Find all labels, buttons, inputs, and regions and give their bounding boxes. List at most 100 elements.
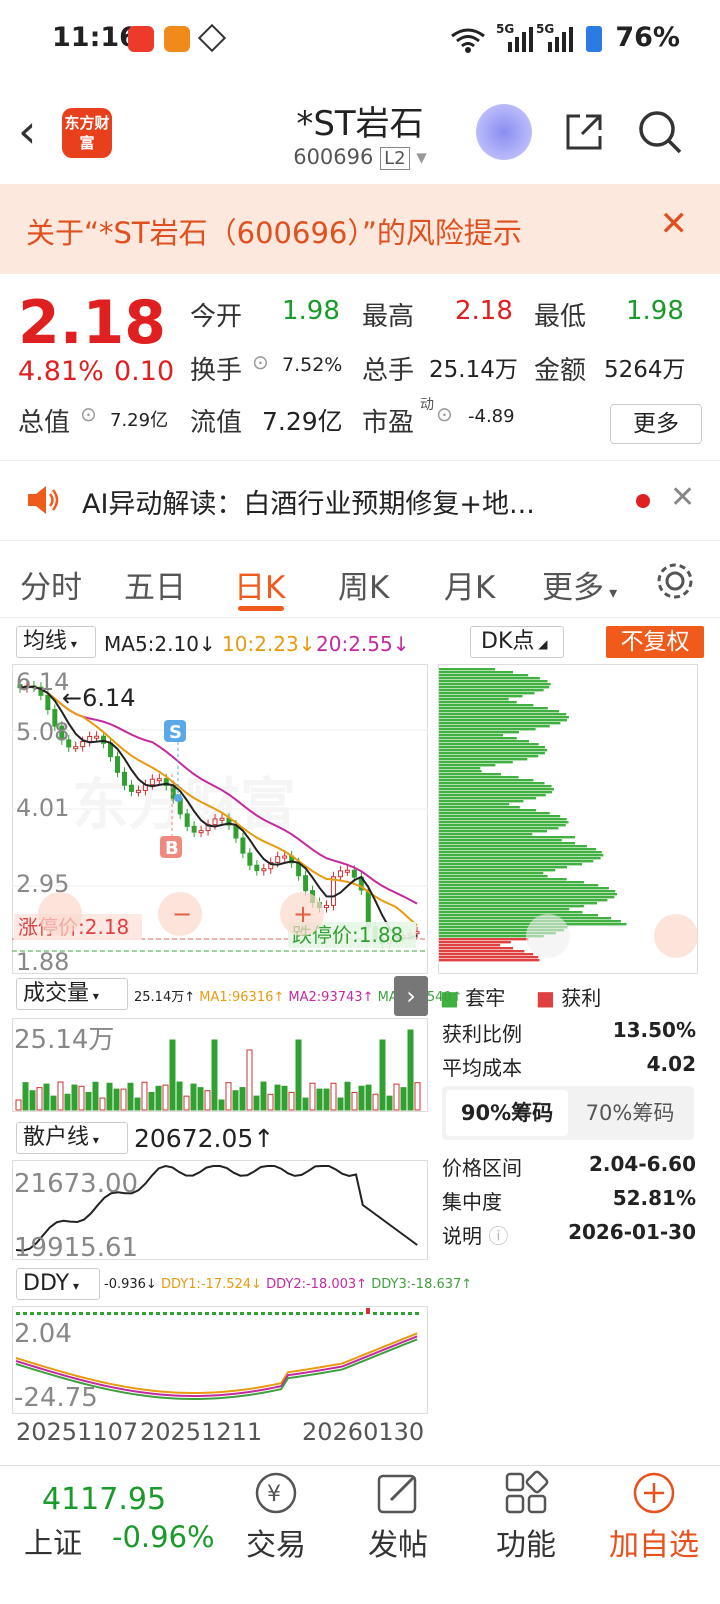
high-value: 2.18 bbox=[455, 296, 513, 326]
candle bbox=[198, 830, 204, 834]
candle bbox=[337, 870, 343, 878]
ai-text: AI异动解读：白酒行业预期修复+地... bbox=[82, 489, 535, 520]
retail-line-chart[interactable]: 21673.00 19915.61 bbox=[12, 1160, 428, 1260]
tab-intraday[interactable]: 分时 bbox=[20, 562, 82, 607]
ma5-value: MA5:2.10↓ bbox=[104, 632, 216, 656]
candle bbox=[365, 889, 371, 928]
add-watchlist-button[interactable]: 加自选 bbox=[604, 1470, 704, 1564]
ddy-bar bbox=[303, 1312, 307, 1315]
volume-bar bbox=[134, 1097, 141, 1111]
index-change[interactable]: -0.96% bbox=[112, 1520, 215, 1554]
ddy-bar bbox=[51, 1312, 55, 1315]
volume-bar bbox=[365, 1084, 372, 1111]
more-button[interactable]: 更多 bbox=[610, 404, 702, 444]
mcap-value: 7.29亿 bbox=[110, 410, 169, 431]
function-button[interactable]: 功能 bbox=[486, 1470, 566, 1564]
status-bar: 11:16 5G 5G 76% bbox=[0, 0, 720, 84]
ddy-bar bbox=[163, 1312, 167, 1315]
tab-more[interactable]: 更多 ▾ bbox=[542, 562, 617, 607]
float-value: 7.29亿 bbox=[262, 407, 343, 436]
stock-code-row[interactable]: 600696 L2 ▾ bbox=[0, 145, 720, 170]
volume-bar bbox=[29, 1090, 36, 1111]
ddy-bar bbox=[387, 1312, 391, 1315]
unread-dot bbox=[636, 494, 650, 508]
tab-chip-90[interactable]: 90%筹码 bbox=[446, 1090, 568, 1136]
ddy-indicator-selector[interactable]: DDY ▾ bbox=[16, 1268, 100, 1300]
ddy-bar bbox=[121, 1312, 125, 1315]
dk-point-button[interactable]: DK点 ◢ bbox=[470, 626, 564, 658]
volume-bar bbox=[232, 1090, 239, 1111]
index-name[interactable]: 上证 bbox=[24, 1520, 82, 1562]
y-label: 4.01 bbox=[16, 794, 69, 822]
tab-weekly-k[interactable]: 周K bbox=[338, 562, 389, 607]
ma20-value: 20:2.55↓ bbox=[316, 632, 410, 656]
candle bbox=[254, 864, 260, 872]
ddy-bar bbox=[331, 1312, 335, 1315]
ddy-bar bbox=[352, 1312, 356, 1315]
volume-bar bbox=[302, 1097, 309, 1111]
candle bbox=[191, 825, 197, 833]
tab-daily-k[interactable]: 日K bbox=[234, 562, 285, 607]
search-icon[interactable] bbox=[636, 108, 684, 156]
ddy-bar bbox=[359, 1312, 363, 1315]
expand-icon bbox=[654, 914, 698, 958]
volume-chart[interactable]: 25.14万 bbox=[12, 1018, 428, 1112]
candle bbox=[135, 789, 141, 793]
add-circle-icon bbox=[633, 1472, 675, 1514]
volume-bar bbox=[43, 1083, 50, 1111]
share-icon[interactable] bbox=[562, 110, 606, 154]
candle bbox=[219, 817, 225, 821]
kline-chart[interactable]: 东方财富 6.14 5.08 4.01 2.95 1.88 ←6.14 S B … bbox=[12, 664, 428, 974]
svg-text:¥: ¥ bbox=[267, 1482, 281, 1507]
candle bbox=[344, 869, 350, 873]
tab-chip-70[interactable]: 70%筹码 bbox=[570, 1090, 690, 1136]
date-label: 20251211 bbox=[140, 1418, 263, 1446]
post-button[interactable]: 发帖 bbox=[358, 1470, 438, 1564]
ddy-chart[interactable]: 2.04 -24.75 bbox=[12, 1306, 428, 1414]
info-dots-icon[interactable]: ⊙ bbox=[252, 350, 269, 374]
volume-bar bbox=[141, 1081, 148, 1111]
chip-distribution-chart[interactable] bbox=[438, 664, 698, 974]
retail-indicator-selector[interactable]: 散户线 ▾ bbox=[16, 1122, 128, 1154]
network-label: 5G bbox=[496, 22, 515, 36]
candle bbox=[282, 855, 288, 859]
settings-gear-icon[interactable] bbox=[654, 560, 696, 602]
ai-robot-icon[interactable] bbox=[476, 104, 532, 160]
candle bbox=[80, 741, 86, 748]
pe-superscript: 动 bbox=[420, 397, 434, 413]
float-label: 流值 bbox=[190, 408, 243, 438]
ddy-bar bbox=[107, 1312, 111, 1315]
adjust-mode-button[interactable]: 不复权 bbox=[606, 626, 704, 658]
ddy-bar bbox=[93, 1312, 97, 1315]
tab-monthly-k[interactable]: 月K bbox=[444, 562, 495, 607]
ai-interpretation-bar[interactable]: AI异动解读：白酒行业预期修复+地... ✕ bbox=[0, 462, 720, 538]
close-icon[interactable]: ✕ bbox=[670, 480, 695, 515]
retail-value: 20672.05↑ bbox=[134, 1124, 275, 1153]
ddy-bar bbox=[212, 1312, 216, 1315]
volume-bar bbox=[85, 1091, 92, 1111]
info-dots-icon[interactable]: ⊙ bbox=[436, 402, 453, 426]
ddy-bar bbox=[58, 1312, 62, 1315]
tab-five-day[interactable]: 五日 bbox=[124, 562, 186, 607]
volume-bar bbox=[260, 1081, 267, 1111]
volume-bar bbox=[169, 1039, 176, 1111]
candle bbox=[121, 771, 127, 786]
open-value: 1.98 bbox=[282, 296, 340, 326]
volume-indicator-selector[interactable]: 成交量 ▾ bbox=[16, 978, 128, 1010]
volume-bar bbox=[379, 1039, 386, 1111]
chevron-right-icon[interactable]: › bbox=[394, 976, 428, 1016]
trade-button[interactable]: ¥ 交易 bbox=[236, 1470, 316, 1564]
index-value[interactable]: 4117.95 bbox=[42, 1482, 166, 1517]
risk-banner[interactable]: 关于“*ST岩石（600696）”的风险提示 ✕ bbox=[0, 184, 720, 274]
ddy-bar bbox=[380, 1312, 384, 1315]
info-dots-icon[interactable]: ⊙ bbox=[80, 402, 97, 426]
note-row[interactable]: 说明 ⓘ bbox=[442, 1220, 508, 1249]
candle bbox=[240, 837, 246, 854]
close-icon[interactable]: ✕ bbox=[660, 204, 689, 244]
candle bbox=[87, 735, 93, 743]
mcap-label: 总值 bbox=[18, 408, 71, 438]
volume-bar bbox=[225, 1082, 232, 1111]
watermark: 东方财富 bbox=[72, 773, 296, 838]
ma-selector[interactable]: 均线 ▾ bbox=[16, 626, 96, 658]
volume-bar bbox=[50, 1095, 57, 1111]
